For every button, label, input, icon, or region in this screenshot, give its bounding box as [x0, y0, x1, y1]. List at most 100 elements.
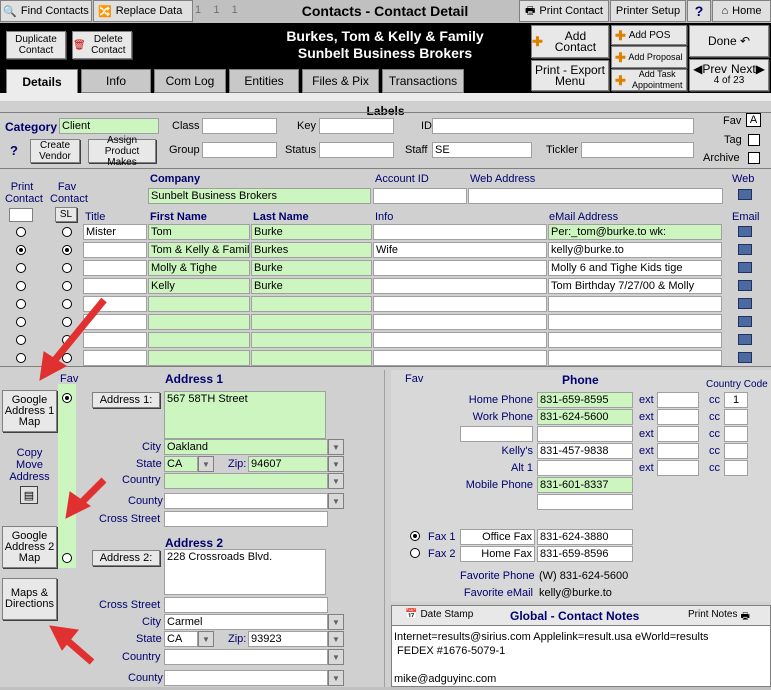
- email-address-field[interactable]: kelly@burke.to: [548, 242, 722, 258]
- email-address-field[interactable]: Molly 6 and Tighe Kids tige: [548, 260, 722, 276]
- last-name-field[interactable]: [251, 314, 372, 330]
- ext-field[interactable]: [657, 392, 699, 408]
- zip2-field[interactable]: 93923: [248, 631, 328, 647]
- phone-number-field[interactable]: 831-624-5600: [537, 409, 633, 425]
- done-button[interactable]: Done ↶: [689, 25, 769, 57]
- print-contact-button[interactable]: 🖶 Print Contact: [519, 0, 609, 22]
- help-button[interactable]: ?: [687, 0, 711, 22]
- address2-street[interactable]: 228 Crossroads Blvd.: [164, 549, 326, 595]
- fax2-name[interactable]: Home Fax: [460, 546, 535, 562]
- country1-field[interactable]: [164, 473, 328, 489]
- add-proposal-button[interactable]: ✚ Add Proposal: [611, 46, 687, 68]
- email-address-field[interactable]: [548, 296, 722, 312]
- add-pos-button[interactable]: ✚ Add POS: [611, 25, 687, 45]
- print-export-menu-button[interactable]: Print - Export Menu: [531, 60, 609, 91]
- country-code-field[interactable]: [724, 426, 748, 442]
- info-field[interactable]: [373, 332, 547, 348]
- send-email-icon[interactable]: [738, 298, 752, 309]
- fav-contact-radio[interactable]: [62, 245, 72, 255]
- state1-field[interactable]: CA: [164, 456, 198, 472]
- help-icon[interactable]: ?: [10, 143, 18, 158]
- fax2-fav-radio[interactable]: [410, 548, 420, 558]
- country1-dropdown-icon[interactable]: ▼: [328, 473, 344, 489]
- send-email-icon[interactable]: [738, 316, 752, 327]
- phone-label[interactable]: [460, 426, 533, 442]
- email-address-field[interactable]: [548, 332, 722, 348]
- assign-product-makes-button[interactable]: Assign Product Makes: [88, 135, 156, 168]
- zip2-dropdown-icon[interactable]: ▼: [328, 631, 344, 647]
- add-task-appointment-button[interactable]: ✚ Add Task Appointment: [611, 69, 687, 91]
- id-field[interactable]: [432, 118, 694, 134]
- title-field[interactable]: [83, 242, 147, 258]
- send-email-icon[interactable]: [738, 244, 752, 255]
- tab-entities[interactable]: Entities: [229, 69, 299, 93]
- send-email-icon[interactable]: [738, 226, 752, 237]
- info-field[interactable]: [373, 224, 547, 240]
- title-field[interactable]: [83, 260, 147, 276]
- first-name-field[interactable]: Tom & Kelly & Family: [148, 242, 250, 258]
- ext-field[interactable]: [657, 426, 699, 442]
- send-email-icon[interactable]: [738, 280, 752, 291]
- staff-field[interactable]: SE: [432, 142, 532, 158]
- home-button[interactable]: ⌂ Home: [712, 0, 771, 22]
- info-field[interactable]: [373, 296, 547, 312]
- zip1-field[interactable]: 94607: [248, 456, 328, 472]
- tab-details[interactable]: Details: [6, 69, 78, 93]
- create-vendor-button[interactable]: Create Vendor: [30, 139, 80, 163]
- last-name-field[interactable]: Burke: [251, 278, 372, 294]
- company-field[interactable]: Sunbelt Business Brokers: [148, 188, 371, 204]
- first-name-field[interactable]: Tom: [148, 224, 250, 240]
- info-field[interactable]: [373, 350, 547, 366]
- first-name-field[interactable]: [148, 350, 250, 366]
- phone-number-field[interactable]: 831-659-8595: [537, 392, 633, 408]
- state2-field[interactable]: CA: [164, 631, 198, 647]
- fax1-fav-radio[interactable]: [410, 531, 420, 541]
- tag-checkbox[interactable]: [748, 134, 760, 146]
- country-code-field[interactable]: [724, 409, 748, 425]
- email-address-field[interactable]: Per:_tom@burke.to wk:: [548, 224, 722, 240]
- send-email-icon[interactable]: [738, 334, 752, 345]
- notes-textarea[interactable]: Internet=results@sirius.com Applelink=re…: [391, 625, 771, 687]
- city1-field[interactable]: Oakland: [164, 439, 328, 455]
- next-button[interactable]: Next▶: [731, 63, 765, 75]
- tickler-field[interactable]: [581, 142, 694, 158]
- title-field[interactable]: Mister: [83, 224, 147, 240]
- web-icon[interactable]: [738, 189, 752, 200]
- city2-dropdown-icon[interactable]: ▼: [328, 614, 344, 630]
- phone-number-field[interactable]: 831-457-9838: [537, 443, 633, 459]
- prev-button[interactable]: ◀Prev: [693, 63, 727, 75]
- tab-files-pix[interactable]: Files & Pix: [302, 69, 379, 93]
- city1-dropdown-icon[interactable]: ▼: [328, 439, 344, 455]
- phone-number-field[interactable]: 831-601-8337: [537, 477, 633, 493]
- country2-field[interactable]: [164, 649, 328, 665]
- email-address-field[interactable]: [548, 350, 722, 366]
- find-contacts-button[interactable]: 🔍 Find Contacts: [0, 0, 92, 22]
- print-contact-radio[interactable]: [16, 263, 26, 273]
- zip1-dropdown-icon[interactable]: ▼: [328, 456, 344, 472]
- sl-button[interactable]: SL: [55, 207, 77, 222]
- send-email-icon[interactable]: [738, 352, 752, 363]
- country-code-field[interactable]: [724, 460, 748, 476]
- cross-street2-field[interactable]: [164, 597, 328, 613]
- fax1-number[interactable]: 831-624-3880: [537, 529, 633, 545]
- last-name-field[interactable]: [251, 296, 372, 312]
- replace-data-button[interactable]: 🔀 Replace Data: [93, 0, 193, 22]
- last-name-field[interactable]: [251, 350, 372, 366]
- archive-checkbox[interactable]: [748, 152, 760, 164]
- delete-contact-button[interactable]: 🗑 Delete Contact: [72, 31, 132, 59]
- phone-number-field[interactable]: [537, 426, 633, 442]
- fax1-name[interactable]: Office Fax: [460, 529, 535, 545]
- date-stamp-button[interactable]: 📅 Date Stamp: [405, 609, 473, 620]
- print-contact-radio[interactable]: [16, 227, 26, 237]
- first-name-field[interactable]: [148, 314, 250, 330]
- last-name-field[interactable]: Burke: [251, 224, 372, 240]
- last-name-field[interactable]: Burke: [251, 260, 372, 276]
- print-all-box[interactable]: [9, 208, 33, 222]
- first-name-field[interactable]: Molly & Tighe: [148, 260, 250, 276]
- county2-dropdown-icon[interactable]: ▼: [328, 670, 344, 686]
- country2-dropdown-icon[interactable]: ▼: [328, 649, 344, 665]
- fav-box[interactable]: A: [746, 113, 761, 127]
- cross-street1-field[interactable]: [164, 511, 328, 527]
- status-field[interactable]: [319, 142, 394, 158]
- group-field[interactable]: [202, 142, 277, 158]
